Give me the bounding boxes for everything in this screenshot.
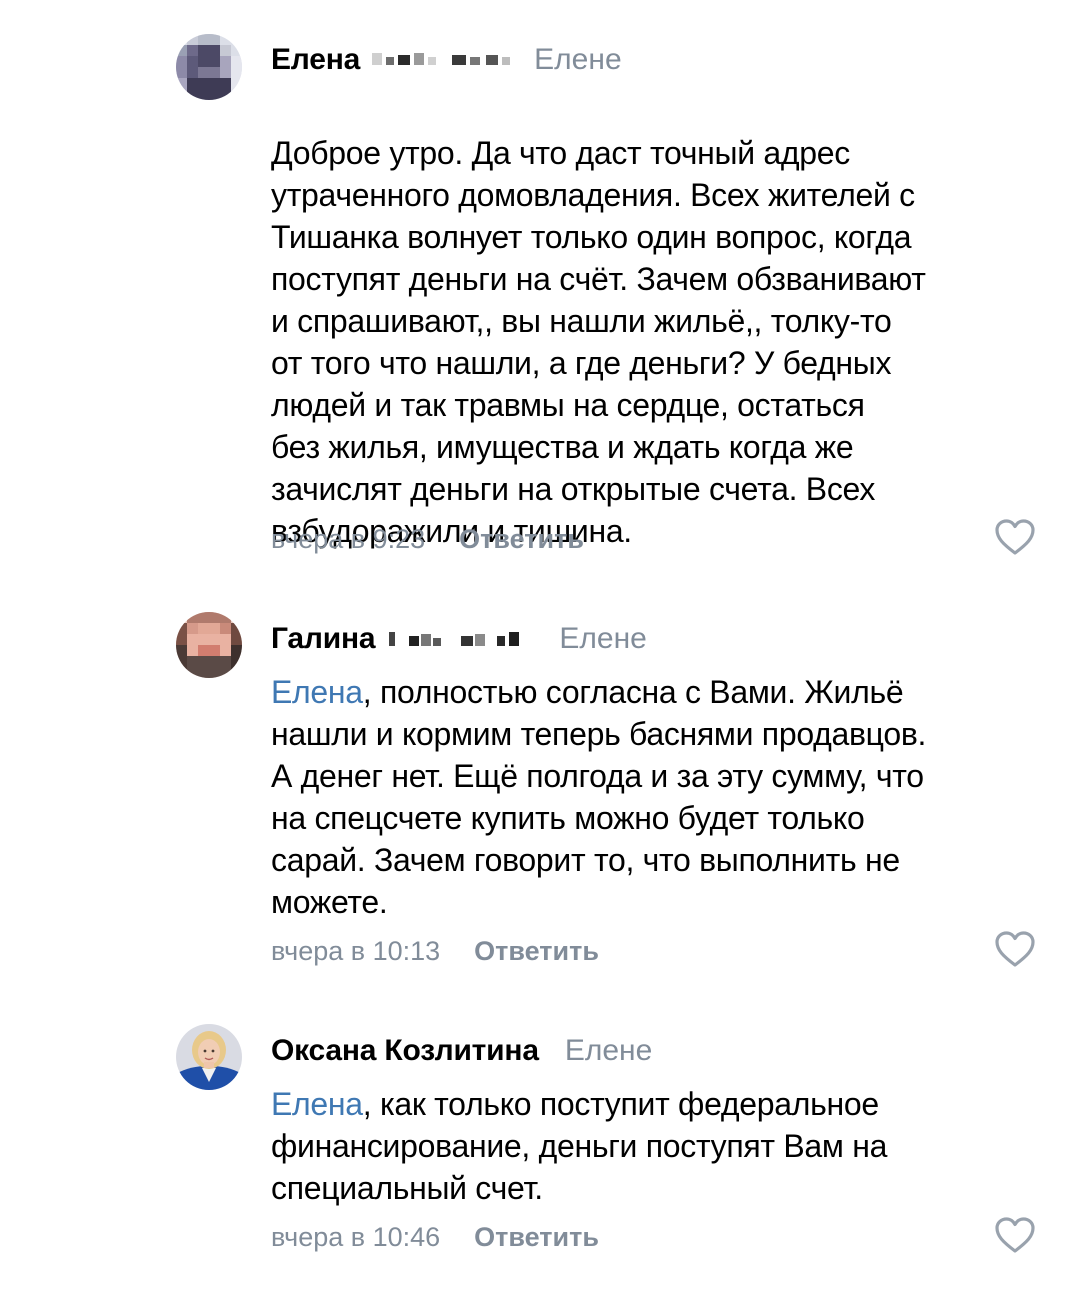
- pixelated-avatar-icon: [176, 612, 242, 678]
- comment-header: Елена Елене: [271, 40, 622, 80]
- author-name[interactable]: Оксана Козлитина: [271, 1034, 539, 1068]
- reply-button[interactable]: Ответить: [459, 524, 584, 555]
- reply-to-label[interactable]: Елене: [565, 1034, 652, 1068]
- user-photo-avatar-icon: [176, 1024, 242, 1090]
- like-button[interactable]: [994, 1216, 1036, 1254]
- like-button[interactable]: [994, 930, 1036, 968]
- reply-button[interactable]: Ответить: [474, 936, 599, 967]
- comment-meta: вчера в 9:23 Ответить: [271, 519, 584, 559]
- comment-text: Елена, как только поступит федеральное ф…: [271, 1083, 1051, 1209]
- reply-button[interactable]: Ответить: [474, 1222, 599, 1253]
- comment-header: Галина Елене: [271, 619, 647, 659]
- comment-body: , полностью согласна с Вами. Жильё нашли…: [271, 674, 927, 920]
- heart-outline-icon: [995, 931, 1035, 967]
- redacted-surname: [370, 51, 520, 69]
- mention-link[interactable]: Елена: [271, 674, 363, 710]
- comment-text: Доброе утро. Да что даст точный адрес ут…: [271, 90, 1051, 552]
- comment-meta: вчера в 10:46 Ответить: [271, 1217, 599, 1257]
- comment-body: , как только поступит федеральное финанс…: [271, 1086, 888, 1206]
- comment-meta: вчера в 10:13 Ответить: [271, 931, 599, 971]
- comment-header: Оксана Козлитина Елене: [271, 1031, 652, 1071]
- author-name[interactable]: Елена: [271, 43, 360, 77]
- redacted-surname: [385, 630, 535, 648]
- heart-outline-icon: [995, 1217, 1035, 1253]
- comment-text: Елена, полностью согласна с Вами. Жильё …: [271, 671, 1051, 923]
- like-button[interactable]: [994, 518, 1036, 556]
- heart-outline-icon: [995, 519, 1035, 555]
- comment-body: Доброе утро. Да что даст точный адрес ут…: [271, 135, 926, 549]
- author-name[interactable]: Галина: [271, 622, 376, 656]
- avatar[interactable]: [176, 34, 242, 100]
- comment-time: вчера в 10:46: [271, 1221, 441, 1252]
- reply-to-label[interactable]: Елене: [534, 43, 621, 77]
- pixelated-avatar-icon: [176, 34, 242, 100]
- comment-time: вчера в 9:23: [271, 523, 426, 554]
- reply-to-label[interactable]: Елене: [559, 622, 646, 656]
- comment-time: вчера в 10:13: [271, 935, 441, 966]
- mention-link[interactable]: Елена: [271, 1086, 363, 1122]
- avatar[interactable]: [176, 1024, 242, 1090]
- avatar[interactable]: [176, 612, 242, 678]
